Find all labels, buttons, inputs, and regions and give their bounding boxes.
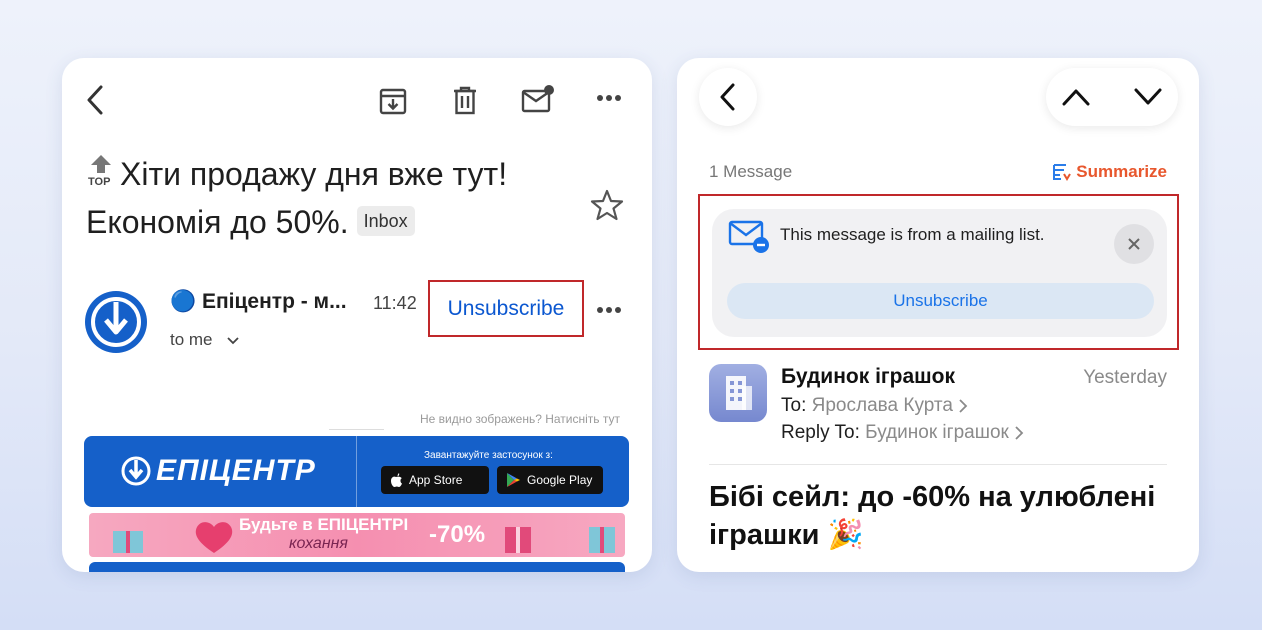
brand-logo: ЕПІЦЕНТР [120, 454, 316, 488]
divider [329, 429, 384, 430]
sender-avatar[interactable] [84, 290, 148, 359]
promo-discount: -70% [429, 521, 486, 548]
back-button[interactable] [699, 68, 757, 126]
more-icon[interactable] [596, 94, 622, 102]
brand-name: ЕПІЦЕНТР [156, 454, 316, 487]
sender-name[interactable]: 🔵 Епіцентр - м... [170, 290, 347, 314]
banner-divider [356, 436, 357, 507]
back-icon [720, 83, 735, 111]
trash-icon[interactable] [452, 85, 478, 115]
show-images-link[interactable]: Не видно зображень? Натисніть тут [420, 412, 620, 426]
mailing-list-text: This message is from a mailing list. [780, 225, 1045, 244]
top-icon: TOP [86, 150, 116, 194]
next-banner[interactable] [89, 562, 625, 572]
mailing-list-highlight: This message is from a mailing list. Uns… [698, 194, 1179, 350]
recipient-details[interactable]: to me [170, 330, 239, 350]
close-icon [1128, 238, 1140, 250]
summarize-icon [1053, 164, 1072, 181]
download-text: Завантажуйте застосунок з: [424, 450, 553, 461]
brand-banner[interactable]: ЕПІЦЕНТР Завантажуйте застосунок з: App … [84, 436, 629, 507]
google-play-label: Google Play [527, 473, 593, 487]
sender-avatar[interactable] [709, 364, 767, 422]
chevron-down-icon [227, 336, 239, 344]
sender-name[interactable]: Будинок іграшок [781, 365, 955, 389]
chevron-up-icon[interactable] [1062, 88, 1090, 106]
apple-mail-message-card: 1 Message Summarize This message is from… [677, 58, 1199, 572]
unsubscribe-button[interactable]: Unsubscribe [727, 283, 1154, 319]
app-store-button[interactable]: App Store [381, 466, 489, 494]
summarize-button[interactable]: Summarize [1052, 162, 1167, 182]
to-line[interactable]: To: Ярослава Курта [781, 395, 968, 417]
reply-to-line[interactable]: Reply To: Будинок іграшок [781, 422, 1024, 444]
close-banner-button[interactable] [1114, 224, 1154, 264]
google-play-icon [507, 473, 520, 487]
divider [709, 464, 1167, 465]
top-badge-label: TOP [88, 176, 111, 188]
message-nav [1046, 68, 1178, 126]
apple-icon [391, 473, 402, 487]
promo-line-2: кохання [289, 535, 348, 552]
app-store-label: App Store [409, 473, 463, 487]
unsubscribe-highlight: Unsubscribe [428, 280, 584, 337]
mailing-list-banner: This message is from a mailing list. Uns… [712, 209, 1167, 337]
to-value: Ярослава Курта [811, 395, 953, 416]
reply-to-label: Reply To: [781, 422, 860, 443]
star-icon[interactable] [590, 189, 624, 221]
chevron-down-icon[interactable] [1134, 88, 1162, 106]
message-date: Yesterday [1083, 367, 1167, 388]
gift-icon [589, 527, 615, 553]
gift-icon [113, 531, 143, 553]
promo-banner[interactable]: Будьте в ЕПІЦЕНТРІ кохання -70% [89, 513, 625, 557]
promo-line-1: Будьте в ЕПІЦЕНТРІ [239, 515, 409, 534]
email-subject: TOP Хіти продажу дня вже тут! Економія д… [86, 150, 586, 246]
google-play-button[interactable]: Google Play [497, 466, 603, 494]
inbox-label[interactable]: Inbox [356, 206, 415, 236]
recipient-label: to me [170, 330, 213, 349]
message-count: 1 Message [709, 162, 793, 181]
unsubscribe-link[interactable]: Unsubscribe [448, 297, 565, 321]
chevron-right-icon [1015, 426, 1024, 440]
back-icon[interactable] [84, 84, 108, 116]
archive-icon[interactable] [378, 86, 408, 116]
message-time: 11:42 [373, 293, 417, 313]
heart-mascot-icon [195, 522, 233, 553]
email-subject: Бібі сейл: до -60% на улюблені іграшки 🎉 [709, 481, 1156, 551]
reply-to-value: Будинок іграшок [865, 422, 1009, 443]
building-icon [726, 376, 752, 410]
chevron-right-icon [959, 399, 968, 413]
sender-more-icon[interactable] [596, 306, 622, 314]
summarize-label: Summarize [1076, 162, 1167, 181]
brand-logo-icon [121, 456, 151, 486]
to-label: To: [781, 395, 807, 416]
mark-unread-icon[interactable] [521, 84, 555, 114]
subject-text: Хіти продажу дня вже тут! Економія до 50… [86, 156, 508, 240]
mail-minus-icon [728, 220, 769, 253]
gmail-message-card: TOP Хіти продажу дня вже тут! Економія д… [62, 58, 652, 572]
gift-icon [505, 527, 531, 553]
